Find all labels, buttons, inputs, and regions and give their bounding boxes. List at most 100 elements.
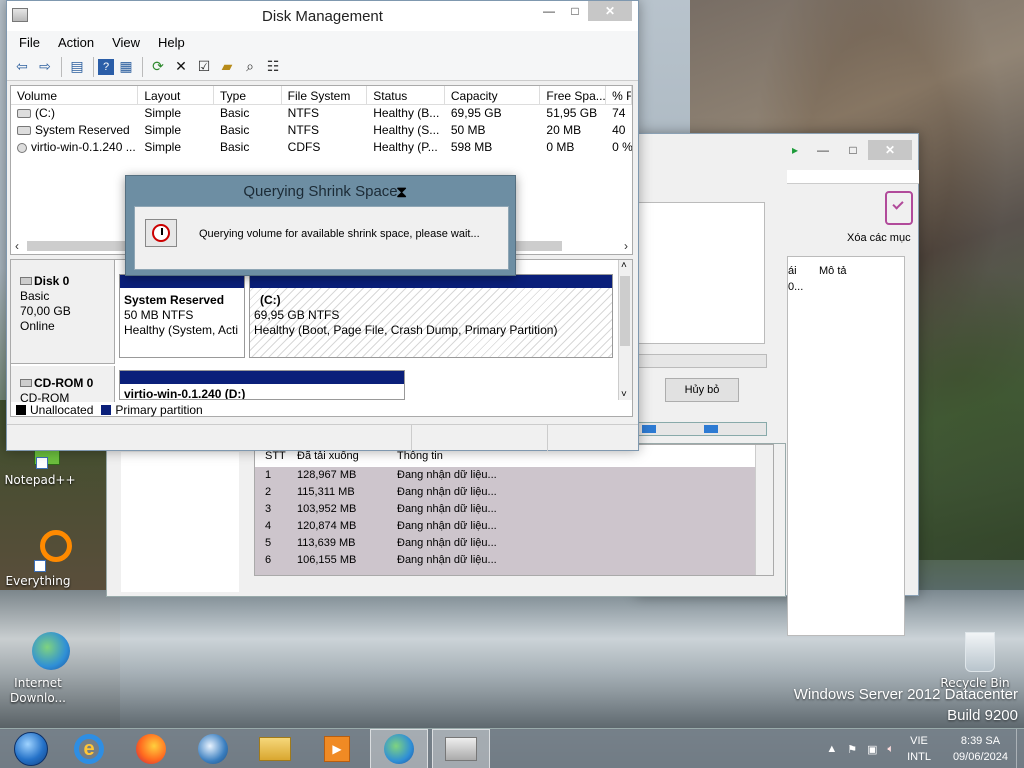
disk-list-icon[interactable]: ☷: [262, 56, 284, 78]
idm-titlebar[interactable]: ▸ — □ ✕: [637, 134, 918, 168]
partition-c[interactable]: (C:) 69,95 GB NTFS Healthy (Boot, Page F…: [249, 274, 613, 358]
show-desktop-button[interactable]: [1016, 729, 1024, 768]
partition-system-reserved[interactable]: System Reserved 50 MB NTFS Healthy (Syst…: [119, 274, 245, 358]
scroll-up-icon[interactable]: ˄: [621, 260, 627, 271]
taskbar-media[interactable]: ▶: [308, 729, 366, 768]
legend-swatch-primary: [101, 405, 112, 415]
menu-help[interactable]: Help: [158, 35, 185, 50]
delete-tasks-icon[interactable]: [885, 191, 913, 225]
volume-status: Healthy (P...: [373, 140, 438, 154]
disk0-label[interactable]: Disk 0 Basic 70,00 GB Online: [11, 260, 115, 364]
volume-type: Basic: [219, 140, 250, 154]
row-downloaded: 103,952 MB: [297, 503, 357, 515]
table-row[interactable]: 4 120,874 MB Đang nhận dữ liệu...: [255, 518, 773, 535]
console-tree-icon[interactable]: ▤: [66, 56, 88, 78]
firefox-icon: [136, 734, 166, 764]
row-stt: 1: [265, 469, 272, 481]
menu-view[interactable]: View: [112, 35, 140, 50]
taskbar-idm[interactable]: [370, 729, 428, 768]
everything-icon: [18, 530, 72, 572]
taskbar-ie[interactable]: e: [60, 729, 118, 768]
desktop-icon-recycle-bin[interactable]: Recycle Bin: [935, 632, 1015, 690]
back-arrow-icon[interactable]: ⇦: [11, 56, 33, 78]
volume-capacity: 598 MB: [450, 140, 493, 154]
volume-capacity: 69,95 GB: [450, 106, 502, 120]
menu-action[interactable]: Action: [58, 35, 94, 50]
taskbar-disk-mgmt[interactable]: [432, 729, 490, 768]
col-percent-free[interactable]: % F: [606, 86, 632, 104]
open-folder-icon[interactable]: ▰: [216, 56, 238, 78]
idm-file-info-panel: [637, 202, 765, 344]
desktop-icon-idm[interactable]: Internet Downlo...: [0, 632, 78, 706]
delete-icon[interactable]: ✕: [170, 56, 192, 78]
partition-d[interactable]: virtio-win-0.1.240 (D:): [119, 370, 405, 400]
col-free-space[interactable]: Free Spa...: [540, 86, 607, 104]
taskbar-explorer[interactable]: [246, 729, 304, 768]
input-language[interactable]: VIE INTL: [907, 733, 931, 765]
col-file-system[interactable]: File System: [282, 86, 368, 104]
volume-row[interactable]: virtio-win-0.1.240 ... Simple Basic CDFS…: [11, 139, 632, 156]
col-capacity[interactable]: Capacity: [445, 86, 541, 104]
table-row[interactable]: 2 115,311 MB Đang nhận dữ liệu...: [255, 484, 773, 501]
volume-free: 51,95 GB: [546, 106, 598, 120]
scroll-right-icon[interactable]: ›: [624, 239, 628, 253]
volume-row[interactable]: (C:) Simple Basic NTFS Healthy (B... 69,…: [11, 105, 632, 122]
legend-primary: Primary partition: [115, 403, 203, 417]
scroll-thumb[interactable]: [620, 276, 630, 346]
desktop-icon-everything[interactable]: Everything: [0, 530, 78, 588]
idm-arrow-icon[interactable]: ▸: [782, 140, 808, 160]
help-icon[interactable]: ?: [98, 58, 114, 75]
connections-scrollbar[interactable]: [755, 445, 773, 575]
idm-connections-area: STT Đã tải xuống Thông tin 1 128,967 MB Đa…: [106, 443, 786, 597]
volume-layout: Simple: [144, 140, 182, 154]
search-icon[interactable]: ⌕: [239, 56, 261, 78]
show-hidden-icons[interactable]: ▲: [826, 743, 837, 755]
taskbar-network-globe[interactable]: [184, 729, 242, 768]
graphical-disk-view[interactable]: Disk 0 Basic 70,00 GB Online System Rese…: [10, 259, 633, 417]
action-center-flag-icon[interactable]: ⚑: [847, 743, 857, 756]
cdrom0-label[interactable]: CD-ROM 0 CD-ROM: [11, 366, 115, 405]
dm-minimize-button[interactable]: —: [536, 1, 562, 21]
menu-file[interactable]: File: [19, 35, 40, 50]
idm-maximize-button[interactable]: □: [838, 140, 868, 160]
dm-titlebar[interactable]: Disk Management — □ ✕: [7, 1, 638, 31]
idm-close-button[interactable]: ✕: [868, 140, 912, 160]
volume-row[interactable]: System Reserved Simple Basic NTFS Health…: [11, 122, 632, 139]
properties-icon[interactable]: ▦: [115, 56, 137, 78]
network-icon[interactable]: ▣: [867, 743, 877, 756]
volume-fs: NTFS: [287, 123, 320, 137]
dm-menubar: File Action View Help: [7, 31, 638, 53]
col-status[interactable]: Status: [367, 86, 445, 104]
taskbar-firefox[interactable]: [122, 729, 180, 768]
clock[interactable]: 8:39 SA 09/06/2024: [953, 733, 1008, 765]
table-row[interactable]: 5 113,639 MB Đang nhận dữ liệu...: [255, 535, 773, 552]
idm-icon: [384, 734, 414, 764]
shrink-query-dialog[interactable]: Querying Shrink Space ⧗ Querying volume …: [125, 175, 516, 276]
delete-items-label[interactable]: Xóa các mục: [847, 232, 911, 244]
scroll-down-icon[interactable]: ˅: [621, 389, 627, 400]
start-button[interactable]: [2, 729, 60, 768]
disk0-state: Online: [20, 319, 55, 333]
dm-maximize-button[interactable]: □: [562, 1, 588, 21]
volume-muted-icon[interactable]: 🔈︎: [887, 743, 894, 756]
checkmark-icon[interactable]: ☑: [193, 56, 215, 78]
cancel-button[interactable]: Hủy bỏ: [665, 378, 739, 402]
dm-close-button[interactable]: ✕: [588, 1, 632, 21]
col-volume[interactable]: Volume: [11, 86, 139, 104]
drive-icon: [17, 109, 31, 119]
disk-view-scrollbar[interactable]: ˄ ˅: [618, 260, 632, 400]
desktop-icon-notepadpp[interactable]: Notepad++: [0, 445, 80, 487]
volume-status: Healthy (S...: [373, 123, 440, 137]
table-row[interactable]: 3 103,952 MB Đang nhận dữ liệu...: [255, 501, 773, 518]
table-row[interactable]: 6 106,155 MB Đang nhận dữ liệu...: [255, 552, 773, 569]
idm-minimize-button[interactable]: —: [808, 140, 838, 160]
connections-table[interactable]: STT Đã tải xuống Thông tin 1 128,967 MB Đa…: [254, 444, 774, 576]
col-type[interactable]: Type: [214, 86, 282, 104]
refresh-icon[interactable]: ⟳: [147, 56, 169, 78]
scroll-left-icon[interactable]: ‹: [15, 239, 19, 253]
forward-arrow-icon[interactable]: ⇨: [34, 56, 56, 78]
table-row[interactable]: 1 128,967 MB Đang nhận dữ liệu...: [255, 467, 773, 484]
idm-row-value: 0...: [788, 281, 804, 293]
cdrom0-name: CD-ROM 0: [34, 376, 94, 390]
col-layout[interactable]: Layout: [138, 86, 214, 104]
